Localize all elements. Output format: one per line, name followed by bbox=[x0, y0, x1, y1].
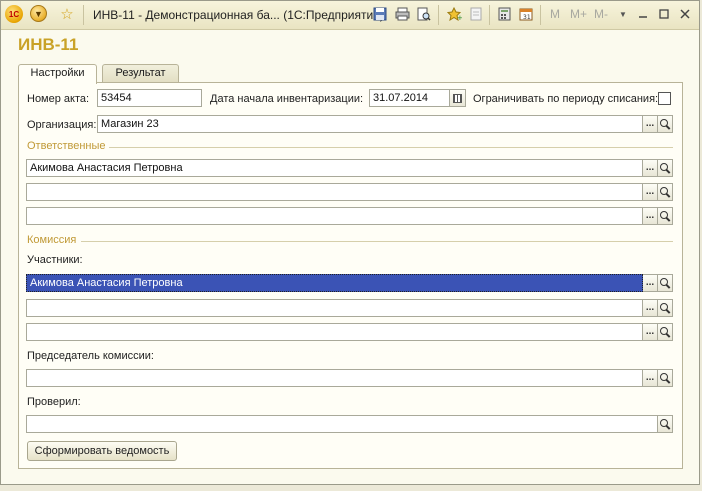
svg-text:+: + bbox=[457, 14, 462, 21]
responsible-input-3[interactable] bbox=[26, 207, 643, 225]
chairman-search-icon[interactable] bbox=[658, 369, 673, 387]
favorite-star-icon[interactable]: ☆ bbox=[58, 5, 76, 23]
act-number-input[interactable]: 53454 bbox=[97, 89, 202, 107]
chairman-input[interactable] bbox=[26, 369, 643, 387]
limit-period-checkbox[interactable] bbox=[658, 92, 671, 105]
member-input-2[interactable] bbox=[26, 299, 643, 317]
form-title: ИНВ-11 bbox=[18, 35, 79, 54]
member-select-button-1[interactable]: ... bbox=[643, 274, 658, 292]
organization-select-button[interactable]: ... bbox=[643, 115, 658, 133]
organization-search-icon[interactable] bbox=[658, 115, 673, 133]
checked-by-search-icon[interactable] bbox=[658, 415, 673, 433]
generate-statement-button[interactable]: Сформировать ведомость bbox=[27, 441, 177, 461]
commission-section-title: Комиссия bbox=[27, 234, 77, 246]
responsible-input-1[interactable]: Акимова Анастасия Петровна bbox=[26, 159, 643, 177]
memory-plus-button[interactable]: M+ bbox=[570, 7, 587, 21]
minimize-icon[interactable] bbox=[634, 5, 652, 23]
act-number-label: Номер акта: bbox=[27, 93, 90, 105]
maximize-icon[interactable] bbox=[655, 5, 673, 23]
member-select-button-2[interactable]: ... bbox=[643, 299, 658, 317]
checked-by-input[interactable] bbox=[26, 415, 658, 433]
history-icon[interactable] bbox=[467, 5, 485, 23]
print-icon[interactable] bbox=[393, 5, 411, 23]
tab-result[interactable]: Результат bbox=[102, 64, 179, 83]
calculator-icon[interactable] bbox=[495, 5, 513, 23]
chairman-select-button[interactable]: ... bbox=[643, 369, 658, 387]
window-title: ИНВ-11 - Демонстрационная ба... (1С:Пред… bbox=[93, 8, 384, 22]
member-input-3[interactable] bbox=[26, 323, 643, 341]
member-search-icon-3[interactable] bbox=[658, 323, 673, 341]
responsible-search-icon-3[interactable] bbox=[658, 207, 673, 225]
organization-input[interactable]: Магазин 23 bbox=[97, 115, 643, 133]
tab-settings[interactable]: Настройки bbox=[18, 64, 97, 84]
toolbar-dropdown-icon[interactable]: ▼ bbox=[614, 5, 632, 23]
arrow-menu-icon[interactable]: ▼ bbox=[30, 5, 47, 22]
date-label: Дата начала инвентаризации: bbox=[210, 93, 364, 105]
date-input[interactable]: 31.07.2014 bbox=[369, 89, 450, 107]
responsible-input-2[interactable] bbox=[26, 183, 643, 201]
print-preview-icon[interactable] bbox=[415, 5, 433, 23]
memory-minus-button[interactable]: M- bbox=[594, 7, 608, 21]
save-icon[interactable] bbox=[371, 5, 389, 23]
toolbar-separator bbox=[83, 5, 84, 25]
responsible-search-icon-2[interactable] bbox=[658, 183, 673, 201]
app-window: 1С ▼ ☆ ИНВ-11 - Демонстрационная ба... (… bbox=[0, 0, 700, 485]
responsible-divider bbox=[109, 147, 673, 148]
organization-label: Организация: bbox=[27, 119, 97, 131]
checked-by-label: Проверил: bbox=[27, 396, 81, 408]
date-picker-icon[interactable] bbox=[450, 89, 466, 107]
responsible-select-button-3[interactable]: ... bbox=[643, 207, 658, 225]
calendar-icon[interactable]: 31 bbox=[517, 5, 535, 23]
member-select-button-3[interactable]: ... bbox=[643, 323, 658, 341]
add-favorite-icon[interactable]: + bbox=[445, 5, 463, 23]
member-search-icon-1[interactable] bbox=[658, 274, 673, 292]
toolbar-separator bbox=[489, 5, 490, 25]
member-input-1[interactable]: Акимова Анастасия Петровна bbox=[26, 274, 643, 292]
responsible-section-title: Ответственные bbox=[27, 140, 106, 152]
chairman-label: Председатель комиссии: bbox=[27, 350, 154, 362]
members-label: Участники: bbox=[27, 254, 83, 266]
title-bar: 1С ▼ ☆ ИНВ-11 - Демонстрационная ба... (… bbox=[1, 1, 699, 30]
app-logo-icon[interactable]: 1С bbox=[5, 5, 23, 23]
toolbar-separator bbox=[438, 5, 439, 25]
commission-divider bbox=[81, 241, 673, 242]
responsible-select-button-2[interactable]: ... bbox=[643, 183, 658, 201]
responsible-select-button-1[interactable]: ... bbox=[643, 159, 658, 177]
limit-period-label: Ограничивать по периоду списания: bbox=[473, 93, 659, 105]
close-icon[interactable] bbox=[676, 5, 694, 23]
member-search-icon-2[interactable] bbox=[658, 299, 673, 317]
responsible-search-icon-1[interactable] bbox=[658, 159, 673, 177]
svg-text:31: 31 bbox=[523, 14, 531, 21]
toolbar-separator bbox=[540, 5, 541, 25]
memory-m-button[interactable]: M bbox=[550, 7, 560, 21]
